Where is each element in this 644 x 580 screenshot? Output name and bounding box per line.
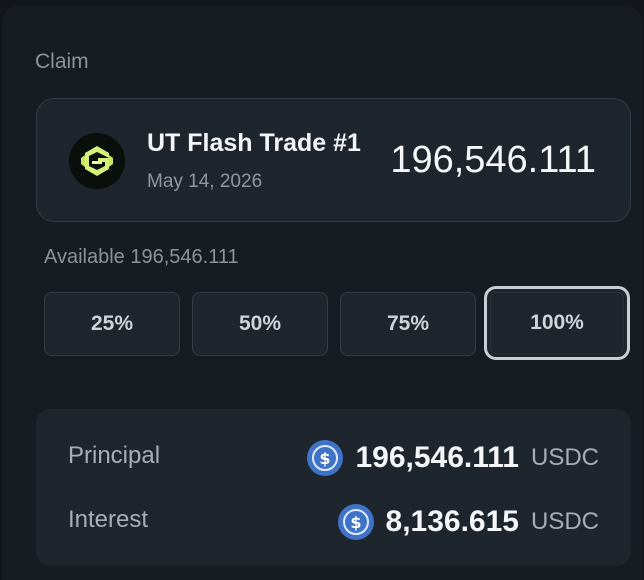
trade-card[interactable]: UT Flash Trade #1 May 14, 2026 196,546.1… bbox=[36, 98, 631, 222]
principal-unit: USDC bbox=[530, 444, 599, 471]
trade-amount: 196,546.111 bbox=[390, 139, 596, 181]
svg-text:$: $ bbox=[320, 449, 331, 468]
svg-text:$: $ bbox=[350, 513, 361, 532]
principal-value: $ 196,546.111 USDC bbox=[307, 438, 599, 478]
interest-row: Interest $ 8,136.615 USDC bbox=[36, 498, 631, 548]
interest-value: $ 8,136.615 USDC bbox=[337, 502, 599, 542]
principal-row: Principal $ 196,546.111 USDC bbox=[36, 434, 631, 484]
percent-50-button[interactable]: 50% bbox=[192, 292, 328, 356]
principal-amount: 196,546.111 bbox=[355, 441, 519, 474]
claim-summary: Principal $ 196,546.111 USDC Interest $ … bbox=[36, 409, 631, 566]
percent-75-button[interactable]: 75% bbox=[340, 292, 476, 356]
section-title: Claim bbox=[35, 50, 89, 73]
percent-selector: 25% 50% 75% 100% bbox=[44, 286, 630, 360]
trade-date: May 14, 2026 bbox=[147, 171, 263, 192]
principal-label: Principal bbox=[68, 442, 161, 469]
trade-name: UT Flash Trade #1 bbox=[147, 129, 361, 157]
interest-unit: USDC bbox=[530, 508, 599, 535]
usdc-icon: $ bbox=[337, 504, 374, 540]
interest-amount: 8,136.615 bbox=[385, 505, 519, 538]
percent-100-button[interactable]: 100% bbox=[484, 286, 630, 360]
ut-flash-trade-logo-icon bbox=[69, 133, 125, 189]
interest-label: Interest bbox=[68, 506, 149, 533]
usdc-icon: $ bbox=[307, 440, 344, 476]
percent-25-button[interactable]: 25% bbox=[44, 292, 180, 356]
available-balance: Available 196,546.111 bbox=[44, 246, 239, 268]
claim-panel: Claim UT Flash Trade #1 May 14, 2026 196… bbox=[2, 6, 642, 580]
